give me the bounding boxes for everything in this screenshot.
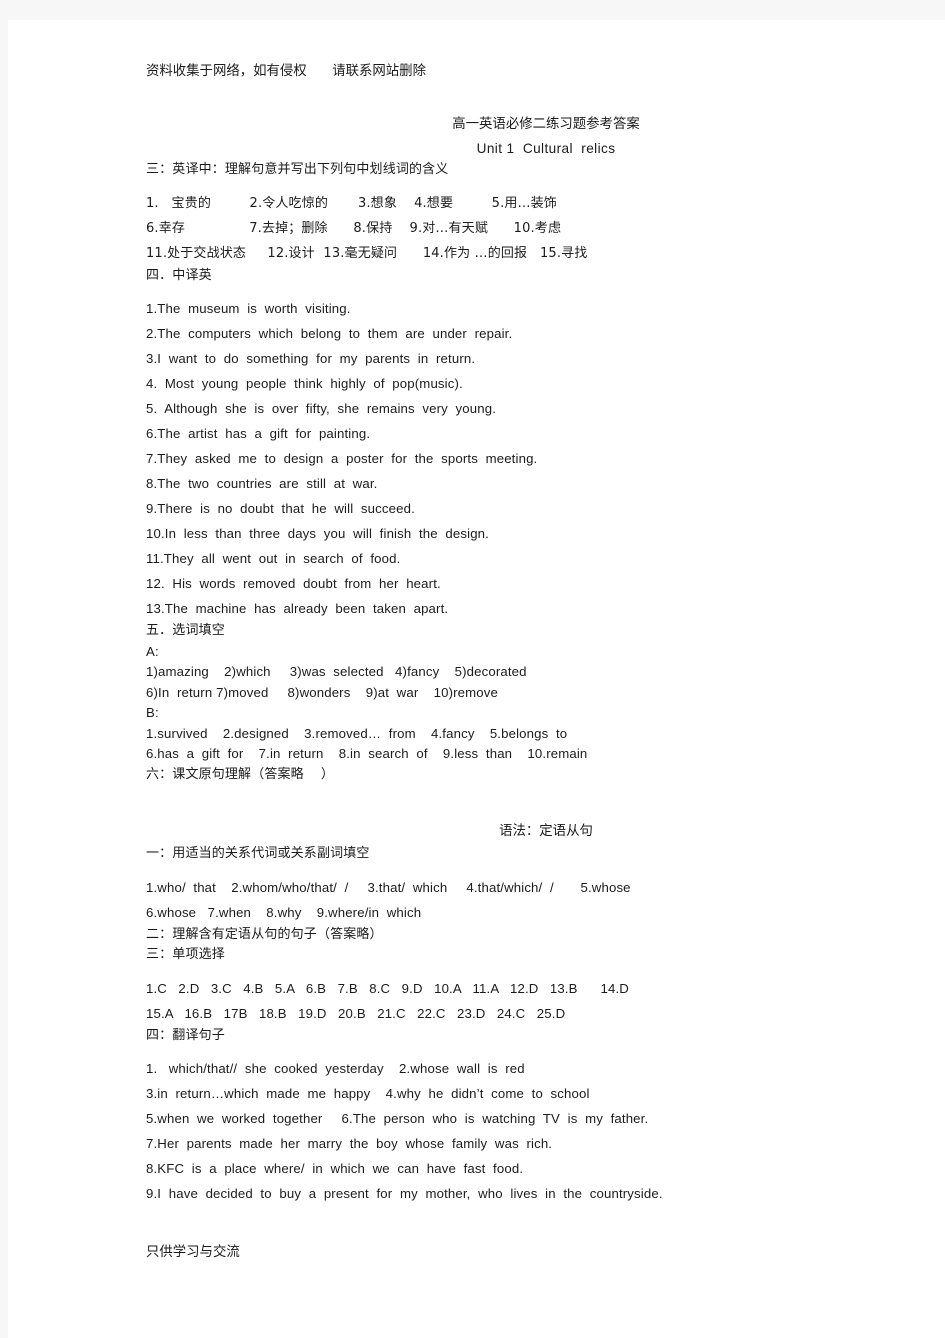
section-four-line-12: 12. His words removed doubt from her hea… — [146, 576, 441, 591]
section-six-heading: 六：课文原句理解（答案略 ） — [146, 766, 335, 782]
grammar-part-four-line-6: 9.I have decided to buy a present for my… — [146, 1186, 663, 1201]
grammar-part-three-line-1: 1.C 2.D 3.C 4.B 5.A 6.B 7.B 8.C 9.D 10.A… — [146, 980, 629, 996]
section-four-line-8: 8.The two countries are still at war. — [146, 476, 378, 491]
document-page-root: 资料收集于网络，如有侵权 请联系网站删除 高一英语必修二练习题参考答案 Unit… — [0, 0, 945, 1338]
grammar-part-four-line-3: 5.when we worked together 6.The person w… — [146, 1111, 649, 1126]
section-four-line-10: 10.In less than three days you will fini… — [146, 526, 489, 541]
grammar-part-four-line-2: 3.in return…which made me happy 4.why he… — [146, 1086, 590, 1101]
grammar-part-two-heading: 二：理解含有定语从句的句子（答案略） — [146, 926, 383, 942]
section-five-group-b-line-2: 6.has a gift for 7.in return 8.in search… — [146, 746, 588, 761]
section-five-group-b-label: B: — [146, 705, 159, 720]
section-four-line-4: 4. Most young people think highly of pop… — [146, 376, 463, 391]
section-four-heading: 四．中译英 — [146, 267, 212, 283]
grammar-part-four-line-4: 7.Her parents made her marry the boy who… — [146, 1136, 553, 1151]
section-four-line-13: 13.The machine has already been taken ap… — [146, 601, 449, 616]
document-content: 资料收集于网络，如有侵权 请联系网站删除 高一英语必修二练习题参考答案 Unit… — [146, 62, 906, 1260]
grammar-part-three-line-2: 15.A 16.B 17B 18.B 19.D 20.B 21.C 22.C 2… — [146, 1005, 566, 1021]
document-sheet: 资料收集于网络，如有侵权 请联系网站删除 高一英语必修二练习题参考答案 Unit… — [8, 20, 945, 1338]
section-five-group-b-line-1: 1.survived 2.designed 3.removed… from 4.… — [146, 725, 568, 741]
section-three-heading: 三：英译中：理解句意并写出下列句中划线词的含义 — [146, 162, 449, 177]
section-five-heading: 五．选词填空 — [146, 623, 225, 638]
watermark-top-notice: 资料收集于网络，如有侵权 请联系网站删除 — [146, 64, 426, 79]
section-four-line-2: 2.The computers which belong to them are… — [146, 326, 513, 341]
grammar-part-one-line-1: 1.who/ that 2.whom/who/that/ / 3.that/ w… — [146, 879, 631, 895]
grammar-part-four-line-5: 8.KFC is a place where/ in which we can … — [146, 1161, 524, 1176]
watermark-bottom-notice: 只供学习与交流 — [146, 1245, 240, 1260]
spacer-before-footer — [146, 1206, 906, 1240]
section-three-line-1: 1. 宝贵的 2.令人吃惊的 3.想象 4.想要 5.用…装饰 — [146, 195, 557, 211]
section-five-group-a-label: A: — [146, 643, 159, 659]
section-four-line-3: 3.I want to do something for my parents … — [146, 351, 476, 366]
unit-title: Unit 1 Cultural relics — [476, 141, 616, 156]
grammar-part-one-line-2: 6.whose 7.when 8.why 9.where/in which — [146, 904, 422, 920]
section-four-line-6: 6.The artist has a gift for painting. — [146, 426, 371, 441]
section-three-line-2: 6.幸存 7.去掉；删除 8.保持 9.对…有天赋 10.考虑 — [146, 220, 562, 236]
spacer-before-grammar — [146, 785, 906, 819]
spacer-before-title — [146, 82, 906, 112]
section-three-line-3: 11.处于交战状态 12.设计 13.毫无疑问 14.作为 …的回报 15.寻找 — [146, 245, 588, 261]
grammar-part-four-heading: 四：翻译句子 — [146, 1027, 225, 1043]
section-four-line-11: 11.They all went out in search of food. — [146, 551, 401, 566]
page-title: 高一英语必修二练习题参考答案 — [452, 117, 640, 132]
section-four-line-9: 9.There is no doubt that he will succeed… — [146, 501, 415, 516]
section-four-line-5: 5. Although she is over fifty, she remai… — [146, 401, 497, 416]
grammar-part-one-heading: 一：用适当的关系代词或关系副词填空 — [146, 846, 370, 861]
section-five-group-a-line-2: 6)In return 7)moved 8)wonders 9)at war 1… — [146, 684, 499, 700]
section-four-line-7: 7.They asked me to design a poster for t… — [146, 451, 538, 466]
grammar-part-four-line-1: 1. which/that// she cooked yesterday 2.w… — [146, 1061, 525, 1076]
grammar-part-three-heading: 三：单项选择 — [146, 947, 225, 962]
grammar-title: 语法：定语从句 — [499, 824, 593, 839]
section-four-line-1: 1.The museum is worth visiting. — [146, 301, 351, 316]
section-five-group-a-line-1: 1)amazing 2)which 3)was selected 4)fancy… — [146, 664, 527, 679]
